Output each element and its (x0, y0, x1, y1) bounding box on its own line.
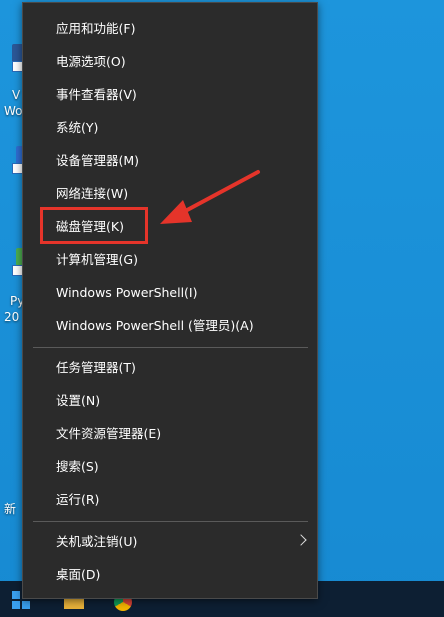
menu-item-powershell-admin[interactable]: Windows PowerShell (管理员)(A) (23, 311, 317, 341)
menu-item-file-explorer[interactable]: 文件资源管理器(E) (23, 419, 317, 449)
menu-item-power-options[interactable]: 电源选项(O) (23, 47, 317, 77)
desktop-icon-label: 20 (4, 310, 20, 324)
menu-separator (33, 347, 308, 348)
menu-item-computer-management[interactable]: 计算机管理(G) (23, 245, 317, 275)
menu-separator (33, 521, 308, 522)
desktop-icon-label: V (12, 88, 21, 102)
menu-item-system[interactable]: 系统(Y) (23, 113, 317, 143)
winx-context-menu: 应用和功能(F) 电源选项(O) 事件查看器(V) 系统(Y) 设备管理器(M)… (22, 2, 318, 599)
menu-item-apps-features[interactable]: 应用和功能(F) (23, 14, 317, 44)
menu-item-search[interactable]: 搜索(S) (23, 452, 317, 482)
menu-item-powershell[interactable]: Windows PowerShell(I) (23, 278, 317, 308)
menu-item-device-manager[interactable]: 设备管理器(M) (23, 146, 317, 176)
chevron-right-icon (295, 534, 307, 546)
menu-item-label: 关机或注销(U) (56, 534, 138, 549)
annotation-highlight-box (40, 207, 148, 244)
menu-item-network-connections[interactable]: 网络连接(W) (23, 179, 317, 209)
menu-item-run[interactable]: 运行(R) (23, 485, 317, 515)
desktop-icon-label: Wo (4, 104, 23, 118)
menu-item-shutdown-signout[interactable]: 关机或注销(U) (23, 527, 317, 557)
desktop-icon-label: 新 (4, 502, 17, 516)
menu-item-settings[interactable]: 设置(N) (23, 386, 317, 416)
menu-item-task-manager[interactable]: 任务管理器(T) (23, 353, 317, 383)
menu-item-desktop[interactable]: 桌面(D) (23, 560, 317, 590)
menu-item-event-viewer[interactable]: 事件查看器(V) (23, 80, 317, 110)
